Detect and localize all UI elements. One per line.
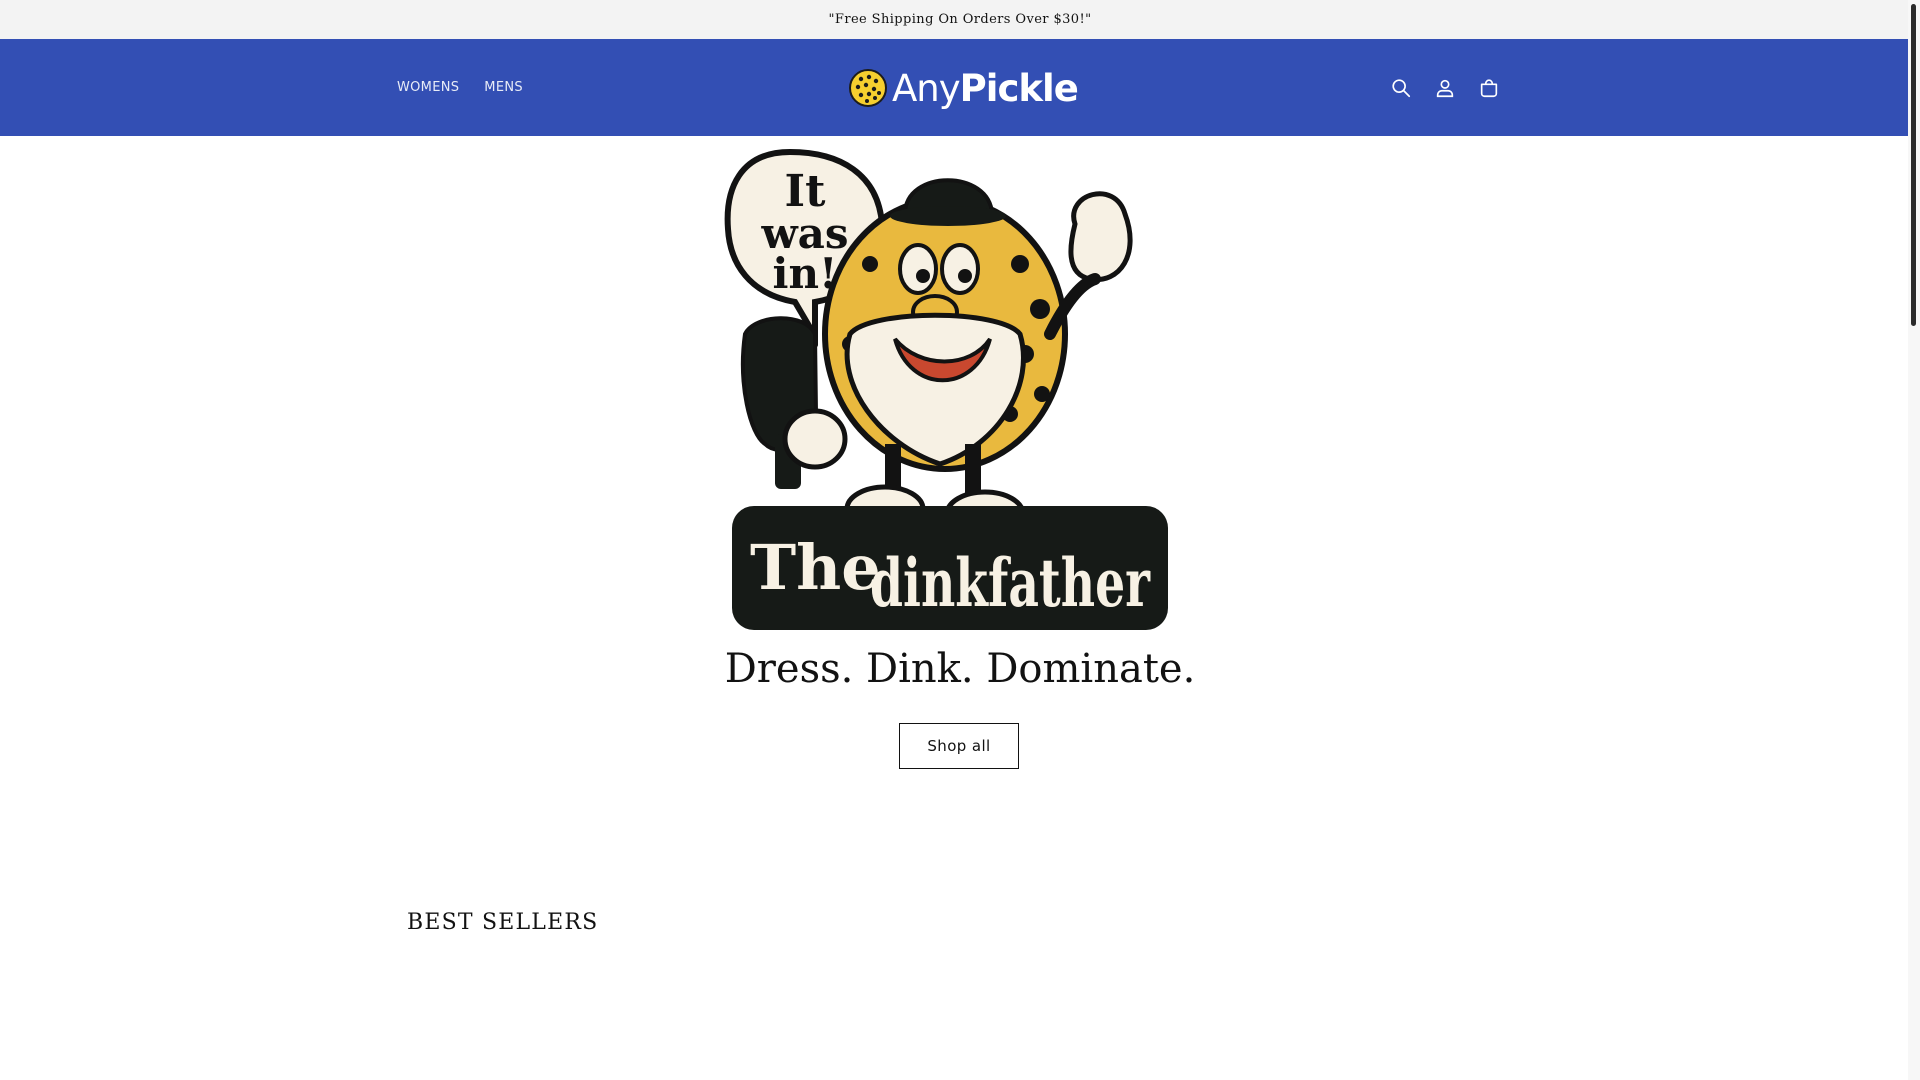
page-scrollbar[interactable] bbox=[1908, 0, 1920, 1080]
nav-item-womens[interactable]: WOMENS bbox=[397, 74, 459, 101]
dinkfather-banner: The dinkfather bbox=[732, 506, 1168, 630]
pickleball-icon bbox=[849, 69, 887, 107]
search-icon bbox=[1392, 78, 1411, 97]
main-nav: WOMENS MENS bbox=[397, 39, 523, 136]
site-logo[interactable]: AnyPickle bbox=[848, 66, 1079, 110]
banner-prefix: The bbox=[750, 531, 881, 604]
scrollbar-thumb[interactable] bbox=[1911, 4, 1916, 326]
svg-text:in!: in! bbox=[773, 249, 838, 298]
site-header: WOMENS MENS AnyPickle bbox=[0, 39, 1920, 136]
announcement-bar: "Free Shipping On Orders Over $30!" bbox=[0, 0, 1920, 39]
shop-all-button[interactable]: Shop all bbox=[899, 723, 1019, 769]
account-button[interactable] bbox=[1430, 73, 1460, 103]
cart-button[interactable] bbox=[1474, 73, 1504, 103]
logo-wordmark: AnyPickle bbox=[892, 66, 1079, 110]
banner-title: dinkfather bbox=[870, 544, 1151, 622]
logo-text-light: Any bbox=[892, 66, 961, 110]
pickleball-character bbox=[822, 178, 1133, 539]
account-icon bbox=[1436, 79, 1454, 97]
logo-text-bold: Pickle bbox=[959, 66, 1079, 110]
best-sellers-title: BEST SELLERS bbox=[407, 910, 599, 935]
announcement-text: "Free Shipping On Orders Over $30!" bbox=[828, 12, 1092, 27]
header-icons bbox=[1386, 39, 1504, 136]
nav-item-mens[interactable]: MENS bbox=[484, 74, 523, 101]
search-button[interactable] bbox=[1386, 73, 1416, 103]
cart-icon bbox=[1480, 78, 1498, 97]
hero-image-dinkfather: It was in! The dinkfather bbox=[724, 148, 1168, 630]
hero-heading: Dress. Dink. Dominate. bbox=[724, 646, 1196, 692]
